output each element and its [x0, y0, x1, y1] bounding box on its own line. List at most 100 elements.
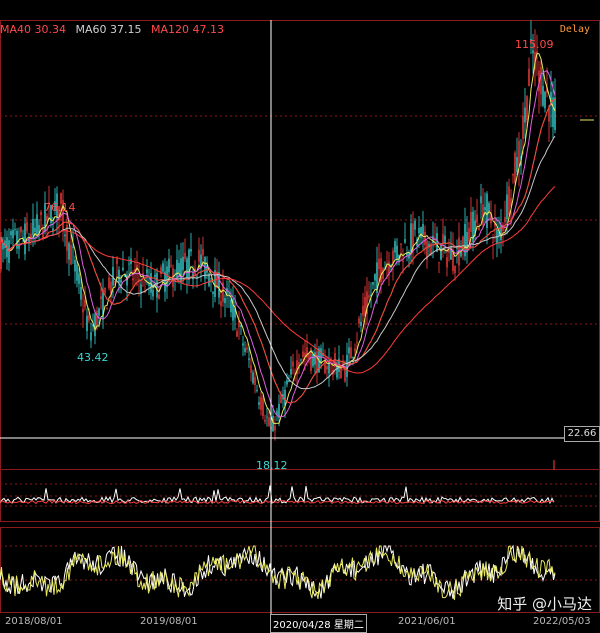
candle-body [516, 157, 518, 172]
candle-body [544, 91, 546, 109]
candle-body [422, 224, 424, 235]
candle-body [478, 227, 480, 230]
candle-body [90, 332, 92, 341]
candle-body [528, 68, 530, 87]
candle-body [26, 221, 28, 232]
candle-body [348, 347, 350, 354]
candle-body [542, 86, 544, 106]
candle-body [76, 264, 78, 281]
candle-body [170, 265, 172, 267]
candle-body [202, 248, 204, 256]
candle-body [268, 417, 270, 426]
candle-body [300, 359, 302, 361]
candle-body [236, 331, 238, 337]
chart-canvas[interactable] [0, 0, 600, 630]
candle-body [504, 217, 506, 223]
candle-body [362, 305, 364, 316]
candle-body [94, 314, 96, 337]
candle-body [108, 277, 110, 289]
candle-body [292, 361, 294, 367]
low-2018-label: 43.42 [77, 351, 109, 364]
candle-body [230, 299, 232, 313]
candle-body [274, 425, 276, 431]
candle-body [116, 258, 118, 265]
candle-body [20, 226, 22, 233]
candle-body [96, 310, 98, 327]
candle-body [32, 219, 34, 236]
candle-body [86, 315, 88, 331]
candle-body [512, 174, 514, 176]
candles [0, 20, 556, 441]
candle-body [320, 348, 322, 363]
candle-body [88, 315, 90, 321]
candle-body [188, 249, 190, 281]
candle-body [258, 402, 260, 405]
candle-body [196, 276, 198, 278]
candle-body [480, 196, 482, 204]
candle-body [84, 300, 86, 308]
candle-body [290, 368, 292, 375]
candle-body [424, 231, 426, 245]
candle-body [178, 263, 180, 273]
candle-body [184, 252, 186, 260]
candle-body [30, 233, 32, 241]
candle-body [198, 249, 200, 262]
candle-body [70, 245, 72, 265]
candle-body [132, 278, 134, 281]
ma120-line [0, 186, 556, 374]
candle-body [248, 358, 250, 361]
oscillator-lines [0, 544, 556, 601]
ma-lines [0, 52, 556, 425]
candle-body [218, 272, 220, 298]
candle-body [254, 377, 256, 386]
candle-body [176, 259, 178, 280]
candle-body [64, 234, 66, 237]
candle-body [518, 140, 520, 166]
candle-body [524, 107, 526, 123]
candle-body [402, 261, 404, 262]
candle-body [106, 308, 108, 310]
candle-body [200, 254, 202, 266]
date-label-3: 2021/06/01 [398, 616, 456, 627]
candle-body [284, 389, 286, 406]
candle-body [468, 228, 470, 242]
indicator-line-red [0, 499, 554, 505]
candle-body [410, 223, 412, 253]
candle-body [326, 366, 328, 370]
candle-body [182, 256, 184, 271]
candle-body [368, 295, 370, 298]
candle-body [552, 97, 554, 127]
candle-body [448, 249, 450, 253]
indicator-line-white [0, 485, 555, 505]
candle-body [302, 351, 304, 358]
candle-body [224, 298, 226, 304]
date-label-2: 2019/08/01 [140, 616, 198, 627]
cursor-price-box: 22.66 [564, 426, 600, 442]
candle-body [454, 265, 456, 274]
candle-body [168, 258, 170, 273]
candle-body [212, 291, 214, 294]
candle-body [68, 243, 70, 260]
candle-body [166, 266, 168, 288]
candle-body [36, 214, 38, 235]
candle-body [12, 229, 14, 239]
candle-body [10, 231, 12, 236]
candle-body [382, 268, 384, 280]
candle-body [260, 396, 262, 410]
candle-body [404, 239, 406, 243]
candle-body [394, 241, 396, 253]
candle-body [488, 203, 490, 212]
candle-body [190, 249, 192, 252]
candle-body [162, 263, 164, 272]
candle-body [242, 343, 244, 346]
candle-body [158, 294, 160, 300]
candle-body [24, 223, 26, 255]
candle-body [360, 321, 362, 327]
candle-body [358, 318, 360, 324]
candle-body [420, 226, 422, 239]
date-label-4: 2022/05/03 [533, 616, 591, 627]
candle-body [356, 342, 358, 344]
candle-body [444, 235, 446, 243]
watermark: 知乎 @小马达 [497, 595, 592, 613]
candle-body [244, 348, 246, 352]
